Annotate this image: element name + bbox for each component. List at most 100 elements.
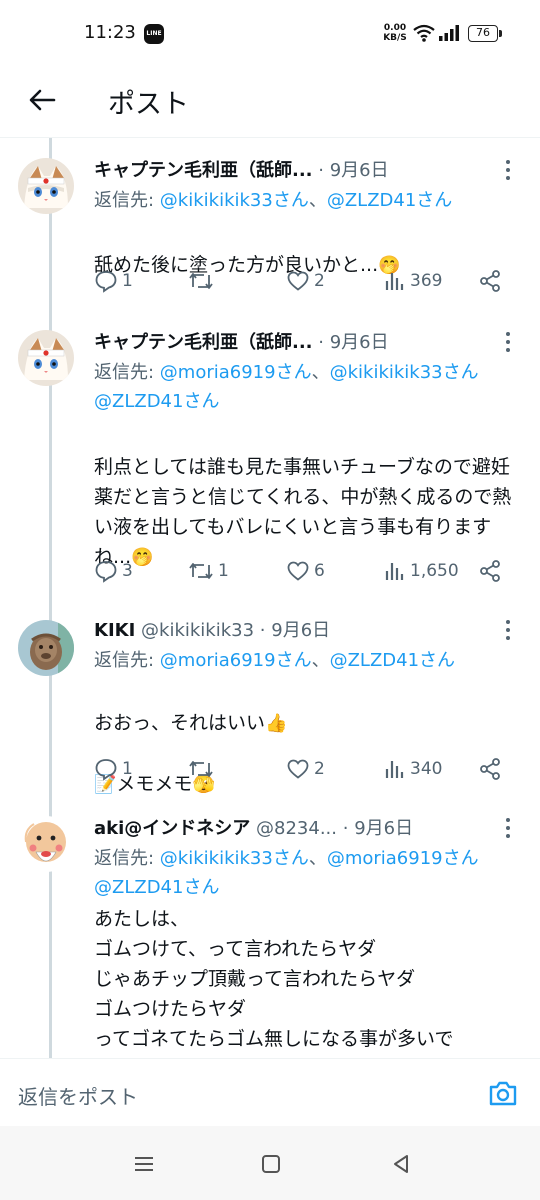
network-speed: 0.00 KB/S xyxy=(380,23,410,43)
page-title: ポスト xyxy=(108,89,189,120)
bar-chart-icon xyxy=(385,563,404,580)
reply-prefix: 返信先: xyxy=(94,650,160,671)
user-handle[interactable]: @kikikikik33 xyxy=(141,620,254,641)
retweet-button[interactable] xyxy=(188,754,218,784)
share-button[interactable] xyxy=(478,754,502,784)
arrow-left-icon[interactable] xyxy=(24,82,60,118)
reply-tweet[interactable]: キャプテン毛利亜（舐師... · 9月6日 返信先: @moria6919さん、… xyxy=(0,310,540,600)
mention-link[interactable]: @moria6919さん xyxy=(160,650,312,671)
share-icon xyxy=(480,270,500,292)
tweet-text: 利点としては誰も見た事無いチューブなので避妊薬だと言うと信じてくれる、中が熱く成… xyxy=(94,456,512,568)
tweet-header: KIKI @kikikikik33 · 9月6日 xyxy=(94,616,500,644)
reply-to-line: 返信先: @moria6919さん、@ZLZD41さん xyxy=(94,646,530,675)
reply-prefix: 返信先: xyxy=(94,190,160,211)
retweet-count: 1 xyxy=(218,561,229,581)
more-vertical-icon[interactable] xyxy=(500,816,516,840)
more-vertical-icon[interactable] xyxy=(500,158,516,182)
mention-link[interactable]: @moria6919さん xyxy=(327,848,479,869)
recent-apps-icon[interactable] xyxy=(134,1156,154,1172)
tweet-body: 利点としては誰も見た事無いチューブなので避妊薬だと言うと信じてくれる、中が熱く成… xyxy=(94,422,524,573)
mention-link[interactable]: @moria6919さん xyxy=(160,362,312,383)
home-icon[interactable] xyxy=(262,1155,280,1173)
display-name[interactable]: aki@インドネシア xyxy=(94,818,250,839)
post-date[interactable]: 9月6日 xyxy=(271,620,330,641)
mention-separator: 、 xyxy=(311,362,330,383)
status-bar: 11:23 LINE 0.00 KB/S 76 xyxy=(0,0,540,68)
retweet-button[interactable] xyxy=(188,266,218,296)
reply-count: 1 xyxy=(122,759,133,779)
bar-chart-icon xyxy=(385,273,404,290)
share-button[interactable] xyxy=(478,266,502,296)
separator-dot: · xyxy=(318,160,324,181)
avatar[interactable] xyxy=(18,620,74,676)
avatar[interactable] xyxy=(18,330,74,386)
wifi-icon xyxy=(413,24,435,42)
mention-link[interactable]: @kikikikik33さん xyxy=(330,362,479,383)
back-triangle-icon[interactable] xyxy=(392,1154,410,1174)
reply-tweet[interactable]: キャプテン毛利亜（舐師... · 9月6日 返信先: @kikikikik33さ… xyxy=(0,138,540,310)
retweet-icon xyxy=(189,273,213,289)
like-count: 6 xyxy=(314,561,325,581)
display-name[interactable]: キャプテン毛利亜（舐師... xyxy=(94,332,313,353)
tweet-actions: 1 2 369 xyxy=(94,266,514,296)
post-date[interactable]: 9月6日 xyxy=(330,160,389,181)
user-handle[interactable]: @8234... xyxy=(256,818,337,839)
like-button[interactable]: 2 xyxy=(286,266,325,296)
post-date[interactable]: 9月6日 xyxy=(330,332,389,353)
tweet-actions: 3 1 6 1,650 xyxy=(94,556,514,586)
views-button[interactable]: 369 xyxy=(384,266,442,296)
share-button[interactable] xyxy=(478,556,502,586)
mention-link[interactable]: @ZLZD41さん xyxy=(330,650,455,671)
avatar[interactable] xyxy=(18,158,74,214)
like-button[interactable]: 6 xyxy=(286,556,325,586)
system-navigation-bar xyxy=(0,1126,540,1200)
share-icon xyxy=(480,758,500,780)
more-vertical-icon[interactable] xyxy=(500,618,516,642)
camera-icon[interactable] xyxy=(488,1079,518,1107)
signal-icon xyxy=(439,25,459,41)
share-icon xyxy=(480,560,500,582)
reply-button[interactable]: 1 xyxy=(94,754,133,784)
mention-link[interactable]: @kikikikik33さん xyxy=(160,190,309,211)
retweet-button[interactable]: 1 xyxy=(188,556,229,586)
retweet-icon xyxy=(189,761,213,777)
reply-composer[interactable]: 返信をポスト xyxy=(0,1058,540,1126)
reply-tweet[interactable]: aki@インドネシア @8234... · 9月6日 返信先: @kikikik… xyxy=(0,798,540,1058)
reply-tweet[interactable]: KIKI @kikikikik33 · 9月6日 返信先: @moria6919… xyxy=(0,600,540,798)
reply-button[interactable]: 3 xyxy=(94,556,133,586)
mention-separator: 、 xyxy=(308,190,327,211)
reply-input[interactable]: 返信をポスト xyxy=(18,1081,138,1110)
reply-button[interactable]: 1 xyxy=(94,266,133,296)
like-button[interactable]: 2 xyxy=(286,754,325,784)
heart-icon xyxy=(287,759,309,779)
reply-count: 1 xyxy=(122,271,133,291)
display-name[interactable]: キャプテン毛利亜（舐師... xyxy=(94,160,313,181)
reply-prefix: 返信先: xyxy=(94,848,160,869)
avatar[interactable] xyxy=(18,816,74,872)
post-date[interactable]: 9月6日 xyxy=(354,818,413,839)
mention-link[interactable]: @ZLZD41さん xyxy=(94,877,219,898)
heart-icon xyxy=(287,271,309,291)
views-button[interactable]: 1,650 xyxy=(384,556,459,586)
tweet-header: aki@インドネシア @8234... · 9月6日 xyxy=(94,814,500,842)
mention-link[interactable]: @ZLZD41さん xyxy=(327,190,452,211)
display-name[interactable]: KIKI xyxy=(94,620,135,641)
mention-separator: 、 xyxy=(311,650,330,671)
more-vertical-icon[interactable] xyxy=(500,330,516,354)
network-speed-unit: KB/S xyxy=(383,33,407,43)
speech-bubble-icon xyxy=(95,759,117,781)
line-app-icon: LINE xyxy=(144,24,164,44)
view-count: 340 xyxy=(410,759,443,779)
reply-prefix: 返信先: xyxy=(94,362,160,383)
battery-indicator: 76 xyxy=(468,25,502,42)
like-count: 2 xyxy=(314,759,325,779)
page-header: ポスト xyxy=(0,68,540,138)
views-button[interactable]: 340 xyxy=(384,754,442,784)
speech-bubble-icon xyxy=(95,561,117,583)
mention-link[interactable]: @ZLZD41さん xyxy=(94,391,219,412)
separator-dot: · xyxy=(318,332,324,353)
separator-dot: · xyxy=(259,620,266,641)
mention-link[interactable]: @kikikikik33さん xyxy=(160,848,309,869)
tweet-text: おおっ、それはいい xyxy=(94,712,266,734)
network-speed-value: 0.00 xyxy=(383,23,407,33)
